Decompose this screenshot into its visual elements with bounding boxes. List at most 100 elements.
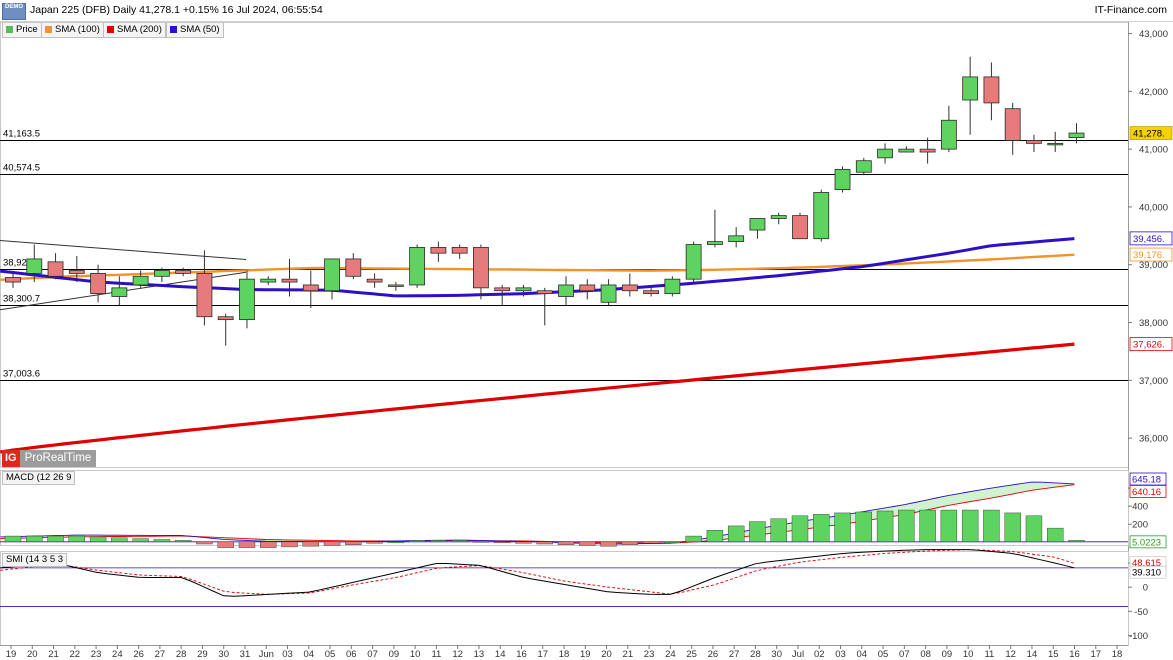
x-axis-label: Jul bbox=[792, 649, 804, 660]
candle-body bbox=[940, 119, 957, 150]
x-axis-label: 09 bbox=[942, 649, 953, 660]
candle-body bbox=[877, 148, 893, 159]
macd-histogram-bar bbox=[515, 541, 532, 544]
candle-body bbox=[302, 284, 319, 292]
candle-body bbox=[919, 148, 936, 153]
x-axis-label: 17 bbox=[537, 649, 548, 660]
macd-histogram-bar bbox=[1068, 540, 1085, 543]
candle-body bbox=[47, 261, 64, 277]
macd-histogram-bar bbox=[472, 541, 490, 543]
x-axis-label: 10 bbox=[963, 649, 974, 660]
macd-histogram-bar bbox=[89, 536, 107, 543]
macd-histogram-bar bbox=[876, 510, 894, 543]
x-axis-label: 20 bbox=[27, 649, 38, 660]
x-axis-label: 10 bbox=[410, 649, 421, 660]
candle-body bbox=[281, 278, 298, 283]
macd-histogram-bar bbox=[706, 530, 724, 543]
chart-canvas[interactable]: 43,000 42,000 41,000 40,000 39,000 38,000 37,0… bbox=[0, 0, 1173, 660]
x-axis-label: 04 bbox=[303, 649, 314, 660]
x-axis-label: 30 bbox=[771, 649, 782, 660]
price-axis-label: 39,000 bbox=[1139, 260, 1168, 271]
x-axis-label: 14 bbox=[495, 649, 506, 660]
macd-histogram-bar bbox=[919, 509, 936, 543]
candle-body bbox=[792, 215, 808, 240]
macd-histogram-bar bbox=[813, 514, 830, 543]
candle-body bbox=[536, 290, 553, 295]
x-axis-label: 09 bbox=[389, 649, 400, 660]
price-tag-label: 41,278. bbox=[1133, 129, 1165, 140]
candle-body bbox=[621, 284, 638, 292]
x-axis-label: 14 bbox=[1027, 649, 1038, 660]
candle-body bbox=[324, 258, 340, 292]
macd-tag-label: 640.16 bbox=[1132, 487, 1161, 498]
smi-axis-label: 0 bbox=[1143, 583, 1148, 594]
candle-body bbox=[579, 284, 596, 292]
candle-body bbox=[430, 246, 447, 254]
macd-histogram-bar bbox=[4, 535, 22, 543]
candle-body bbox=[685, 244, 702, 280]
macd-histogram-bar bbox=[174, 540, 192, 543]
level-label: 38,300.7 bbox=[3, 294, 40, 305]
macd-histogram-bar bbox=[451, 540, 468, 543]
candle-body bbox=[132, 275, 149, 286]
macd-histogram-bar bbox=[685, 535, 702, 543]
candle-body bbox=[196, 272, 213, 318]
macd-legend[interactable]: MACD (12 26 9 bbox=[2, 471, 76, 485]
x-axis-label: 27 bbox=[155, 649, 166, 660]
macd-histogram-bar bbox=[834, 512, 851, 543]
macd-tag-label: 645.18 bbox=[1132, 475, 1161, 486]
candle-body bbox=[175, 270, 192, 274]
macd-tag-label: 5.0223 bbox=[1132, 537, 1161, 548]
x-axis-label: 05 bbox=[878, 649, 889, 660]
candle-body bbox=[494, 287, 511, 292]
macd-axis-label: 400 bbox=[1132, 502, 1148, 513]
macd-histogram-bar bbox=[749, 521, 766, 543]
macd-histogram-bar bbox=[302, 541, 319, 547]
candle-body bbox=[962, 76, 979, 101]
x-axis-label: 19 bbox=[6, 649, 17, 660]
candle-body bbox=[1004, 108, 1021, 141]
macd-histogram-bar bbox=[1047, 527, 1064, 543]
candle-body bbox=[366, 278, 383, 283]
macd-histogram-bar bbox=[770, 518, 787, 543]
x-axis-label: 27 bbox=[729, 649, 740, 660]
price-axis-label: 40,000 bbox=[1139, 202, 1168, 213]
candle-body bbox=[749, 218, 766, 231]
level-label: 40,574.5 bbox=[3, 163, 40, 174]
candle-body bbox=[111, 287, 128, 297]
macd-axis-label: 200 bbox=[1132, 520, 1148, 531]
price-tag-label: 39,176. bbox=[1133, 250, 1165, 261]
x-axis-label: 23 bbox=[91, 649, 102, 660]
x-axis-label: 21 bbox=[623, 649, 634, 660]
macd-histogram-bar bbox=[600, 541, 617, 547]
macd-histogram-bar bbox=[621, 541, 639, 545]
candle-body bbox=[600, 284, 617, 303]
x-axis-label: 02 bbox=[814, 649, 825, 660]
smi-legend[interactable]: SMI (14 3 5 3 bbox=[2, 553, 68, 567]
x-axis-label: 16 bbox=[516, 649, 527, 660]
candle-body bbox=[834, 168, 851, 190]
macd-histogram-bar bbox=[408, 540, 426, 543]
candle-body bbox=[643, 290, 659, 295]
candle-body bbox=[664, 278, 681, 295]
macd-histogram-bar bbox=[111, 537, 128, 543]
candle-body bbox=[451, 246, 468, 254]
sma200-line bbox=[0, 342, 1075, 454]
x-axis-label: 30 bbox=[218, 649, 229, 660]
macd-histogram-bar bbox=[238, 541, 256, 548]
macd-histogram-bar bbox=[536, 541, 553, 545]
macd-histogram-bar bbox=[323, 541, 341, 546]
macd-histogram-bar bbox=[494, 541, 511, 544]
smi-axis-label: -50 bbox=[1134, 607, 1148, 618]
macd-histogram-bar bbox=[791, 515, 809, 543]
smi-line bbox=[0, 549, 1075, 597]
x-axis-label: 03 bbox=[282, 649, 293, 660]
x-axis-label: 18 bbox=[1112, 649, 1123, 660]
candle-body bbox=[707, 241, 723, 245]
macd-histogram-bar bbox=[366, 541, 383, 544]
candle-body bbox=[260, 278, 277, 283]
macd-histogram-bar bbox=[217, 541, 234, 548]
x-axis-label: 20 bbox=[601, 649, 612, 660]
prorealtime-label: ProRealTime bbox=[19, 450, 97, 467]
smi-axis-label: -100 bbox=[1129, 631, 1148, 642]
